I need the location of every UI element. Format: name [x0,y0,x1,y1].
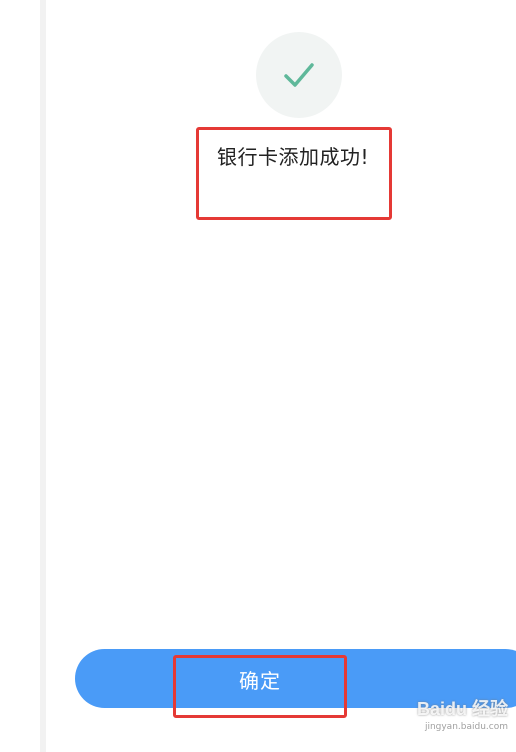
check-icon [284,63,314,87]
success-message-highlight: 银行卡添加成功! [196,127,392,220]
confirm-button-label[interactable]: 确定 [173,655,347,703]
baidu-watermark: Baidu 经验 jingyan.baidu.com [417,695,508,732]
success-check-badge [256,32,342,118]
success-page: 银行卡添加成功! 确定 Baidu 经验 jingyan.baidu.com [0,0,516,752]
watermark-brand: Baidu 经验 [416,699,508,719]
watermark-url: jingyan.baidu.com [424,722,508,732]
success-message: 银行卡添加成功! [217,145,370,169]
left-edge-panel [0,0,46,752]
